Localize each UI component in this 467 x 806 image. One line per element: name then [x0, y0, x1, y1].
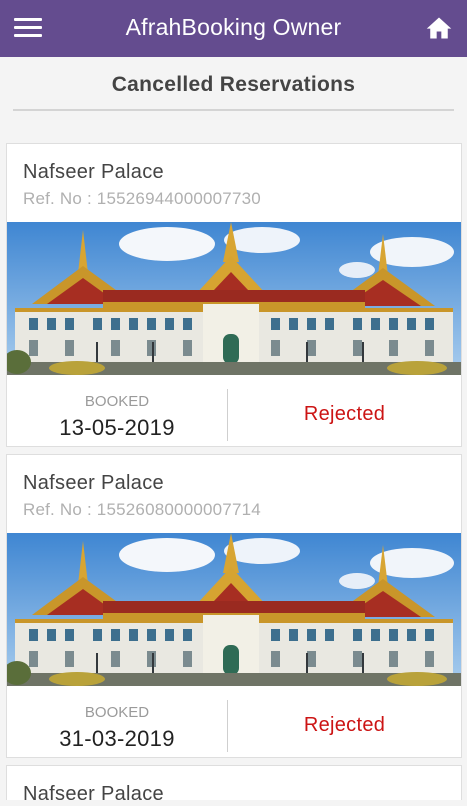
- venue-name: Nafseer Palace: [23, 161, 164, 183]
- booked-date: 31-03-2019: [59, 726, 175, 751]
- venue-photo: [7, 222, 461, 375]
- booked-label: BOOKED: [84, 393, 150, 410]
- reservation-card[interactable]: Nafseer Palace Ref. No : 155269440000077…: [6, 143, 462, 447]
- reference-number: Ref. No : 15526080000007714: [23, 500, 261, 519]
- reservation-card[interactable]: Nafseer Palace: [6, 765, 462, 805]
- app-bar: AfrahBooking Owner: [0, 0, 467, 57]
- card-footer: BOOKED 13-05-2019 Rejected: [7, 375, 461, 447]
- venue-name: Nafseer Palace: [23, 472, 164, 494]
- card-footer: BOOKED 31-03-2019 Rejected: [7, 686, 461, 758]
- app-title: AfrahBooking Owner: [125, 14, 342, 40]
- home-icon[interactable]: [425, 14, 453, 42]
- booked-label: BOOKED: [84, 704, 150, 721]
- status-badge: Rejected: [303, 403, 386, 425]
- reference-number: Ref. No : 15526944000007730: [23, 189, 261, 208]
- venue-photo: [7, 533, 461, 686]
- venue-name: Nafseer Palace: [23, 783, 164, 805]
- reservation-card[interactable]: Nafseer Palace Ref. No : 155260800000077…: [6, 454, 462, 758]
- status-badge: Rejected: [303, 714, 386, 736]
- title-divider: [13, 109, 454, 111]
- booked-date: 13-05-2019: [59, 415, 175, 440]
- page-title: Cancelled Reservations: [111, 73, 356, 96]
